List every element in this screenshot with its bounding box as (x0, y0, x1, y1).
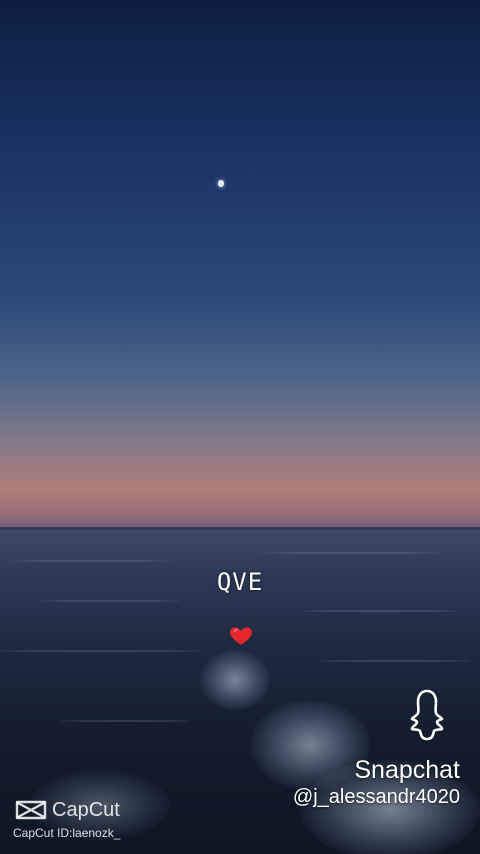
moon (218, 180, 224, 187)
video-frame: QVE Snapchat @j_alessandr4020 CapCut Cap… (0, 0, 480, 854)
overlay-caption: QVE (216, 568, 264, 596)
wave (40, 600, 180, 602)
wave (320, 660, 470, 662)
capcut-id: CapCut ID:laenozk_ (13, 826, 121, 840)
snapchat-label: Snapchat (354, 756, 460, 784)
snapchat-handle: @j_alessandr4020 (292, 786, 460, 808)
wave (60, 720, 190, 722)
capcut-logo-icon (15, 800, 47, 820)
heart-icon (230, 627, 252, 645)
capcut-watermark: CapCut (14, 798, 120, 822)
wave (300, 610, 460, 612)
wave (260, 552, 440, 554)
wave (0, 650, 200, 652)
ghost-icon (410, 689, 444, 741)
wake-foam (200, 650, 270, 710)
wave (10, 560, 170, 562)
night-sky (0, 0, 480, 532)
capcut-name: CapCut (52, 798, 120, 821)
